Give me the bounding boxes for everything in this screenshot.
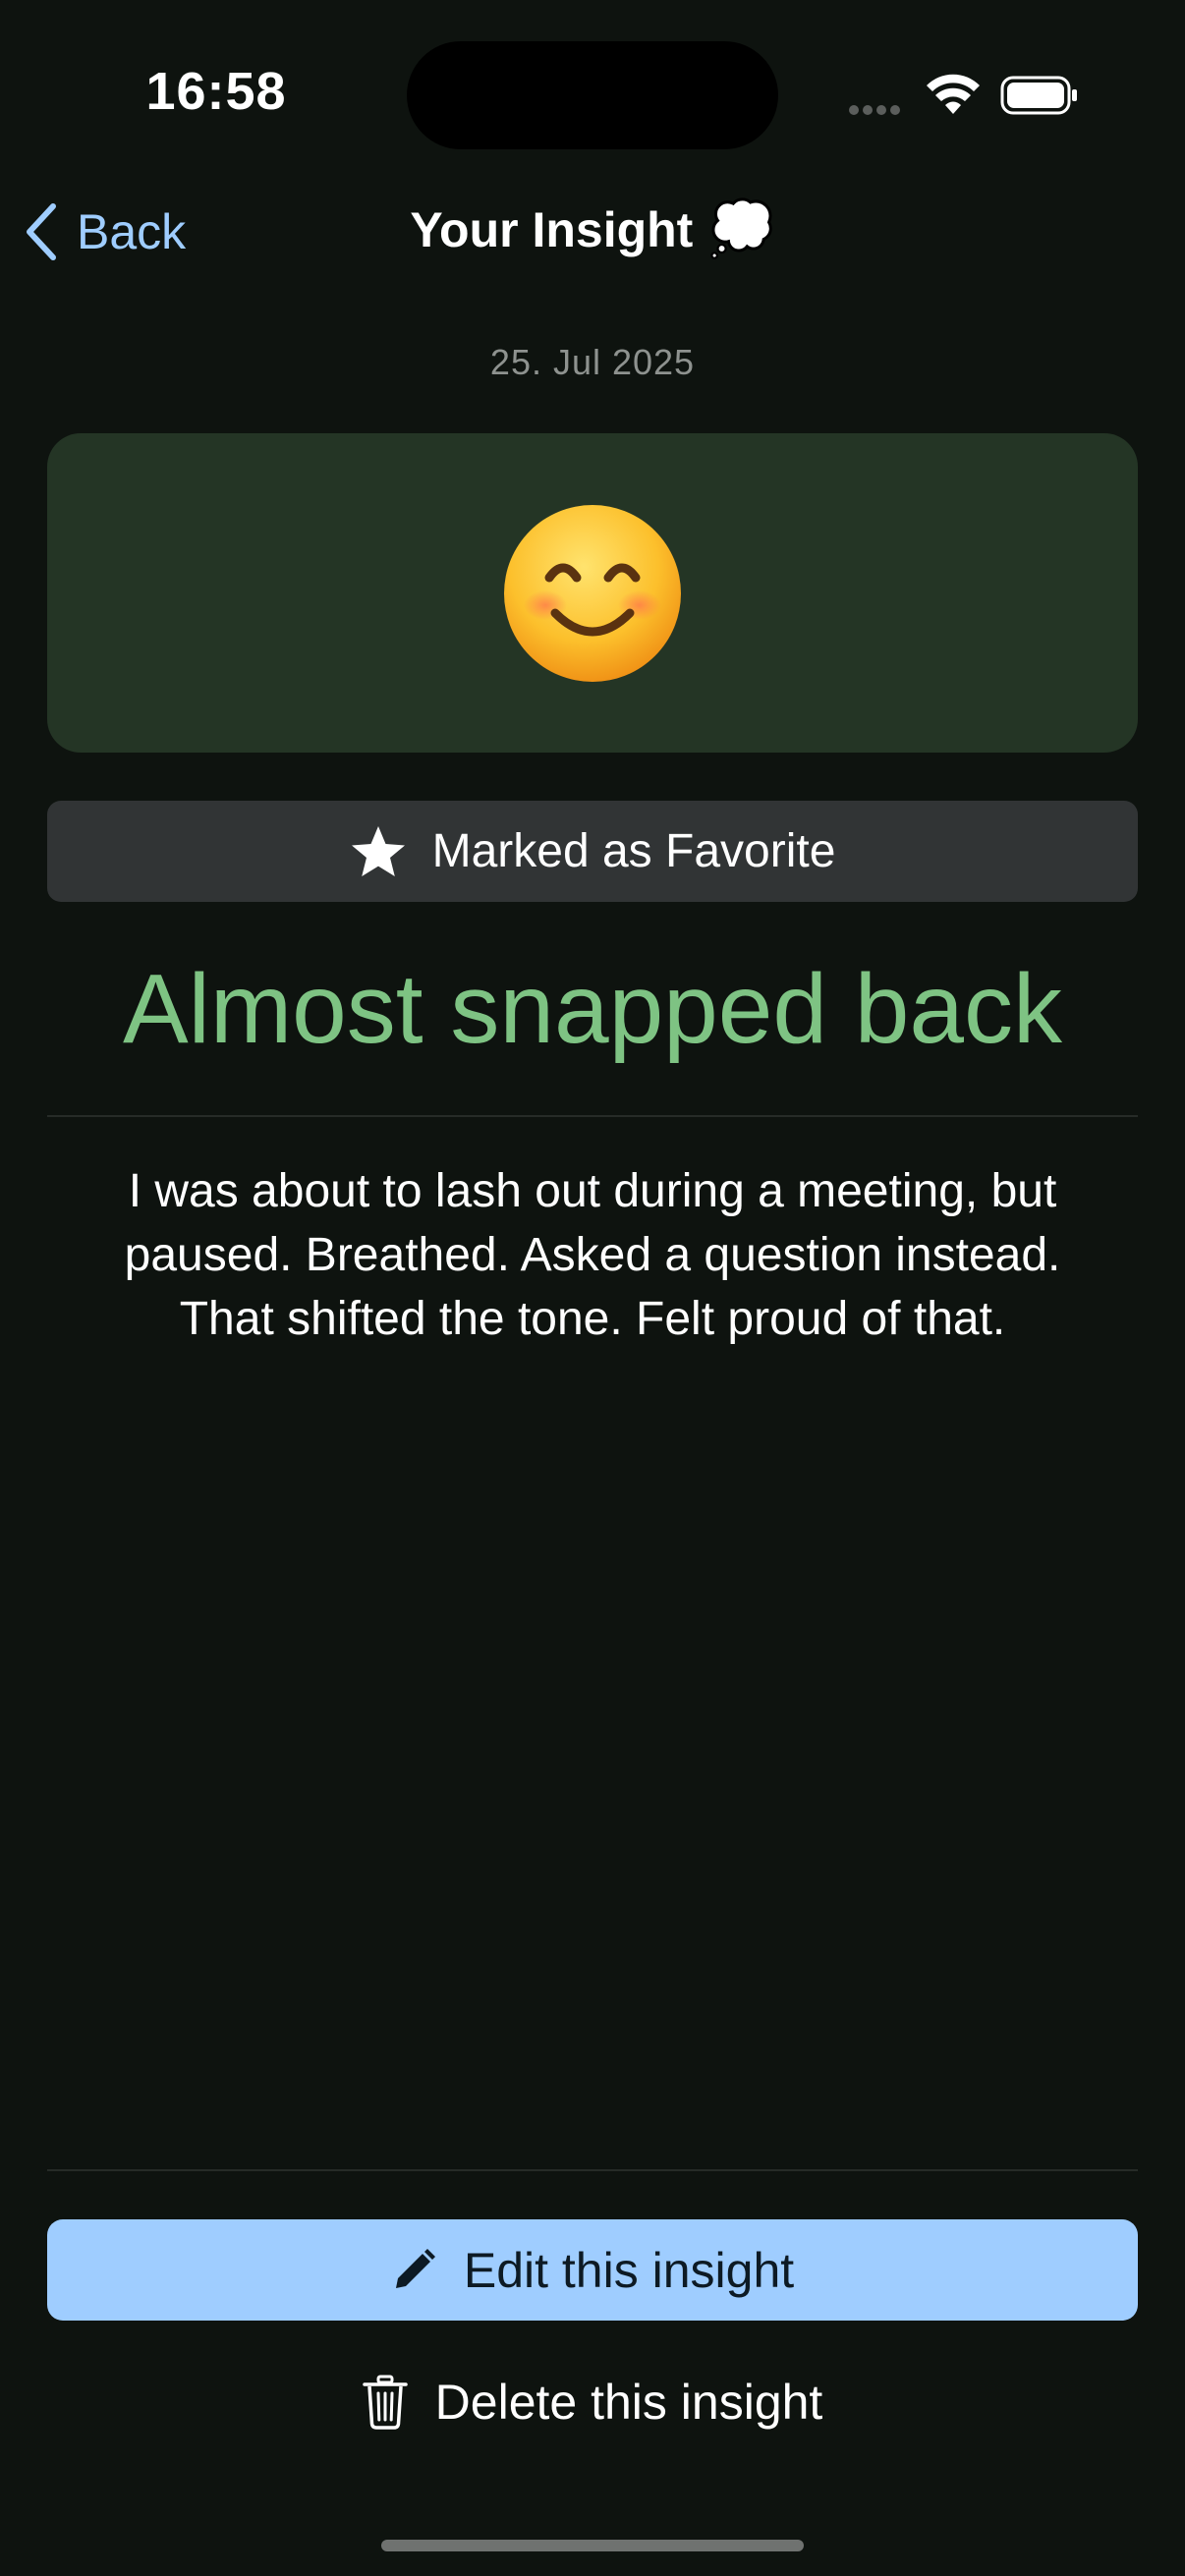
insight-body-line: I was about to lash out during a meeting… bbox=[128, 1165, 1057, 1217]
page-title: Your Insight 💭 bbox=[0, 198, 1185, 260]
divider bbox=[47, 2169, 1138, 2171]
status-time: 16:58 bbox=[145, 62, 287, 121]
home-indicator[interactable] bbox=[381, 2540, 804, 2551]
insight-body: I was about to lash out during a meeting… bbox=[79, 1159, 1106, 1351]
battery-icon bbox=[1000, 76, 1077, 115]
wifi-icon bbox=[927, 74, 980, 114]
edit-insight-button[interactable]: Edit this insight bbox=[47, 2219, 1138, 2321]
insight-title: Almost snapped back bbox=[122, 954, 1063, 1064]
edit-label: Edit this insight bbox=[463, 2242, 795, 2298]
status-bar: 16:58 bbox=[0, 0, 1185, 187]
mood-card bbox=[47, 433, 1138, 753]
pencil-icon bbox=[395, 2248, 435, 2288]
insight-body-line: That shifted the tone. Felt proud of tha… bbox=[179, 1293, 1006, 1345]
trash-icon bbox=[362, 2375, 408, 2430]
favorite-button[interactable]: Marked as Favorite bbox=[47, 801, 1138, 902]
star-icon bbox=[351, 825, 405, 876]
dynamic-island bbox=[407, 41, 778, 149]
delete-label: Delete this insight bbox=[434, 2375, 823, 2430]
page-title-text: Your Insight bbox=[410, 201, 694, 257]
thought-balloon-icon: 💭 bbox=[708, 199, 775, 258]
favorite-label: Marked as Favorite bbox=[431, 825, 836, 877]
smiling-face-icon bbox=[504, 504, 681, 682]
cellular-signal-icon bbox=[849, 102, 904, 120]
delete-insight-button[interactable]: Delete this insight bbox=[0, 2358, 1185, 2446]
insight-body-line: paused. Breathed. Asked a question inste… bbox=[124, 1229, 1061, 1281]
divider bbox=[47, 1115, 1138, 1117]
entry-date: 25. Jul 2025 bbox=[489, 342, 696, 382]
navigation-bar: Back Your Insight 💭 bbox=[0, 187, 1185, 275]
